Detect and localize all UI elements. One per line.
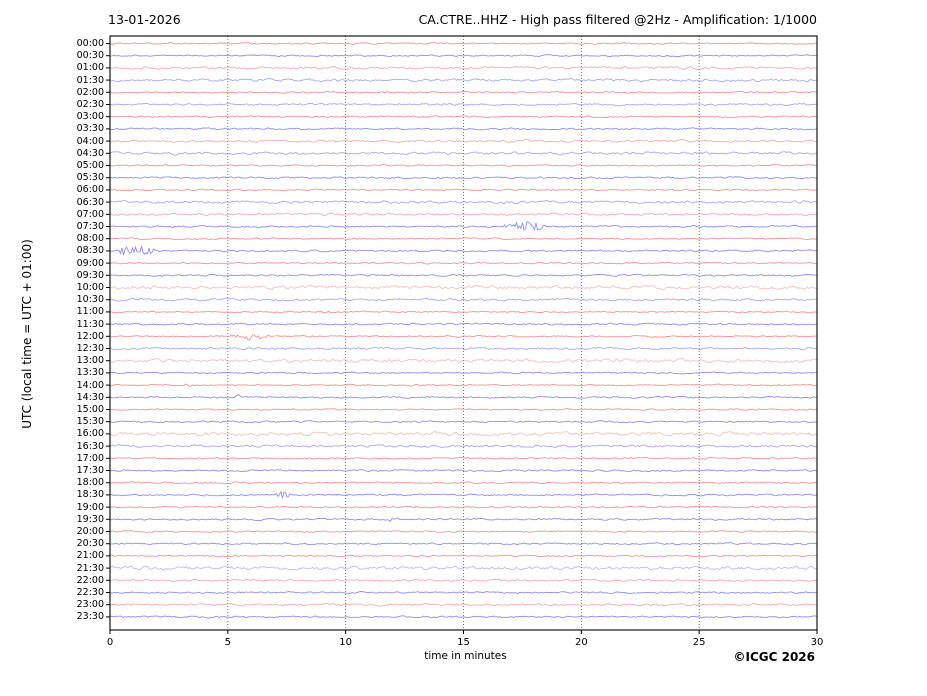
y-tick-label: 06:30 bbox=[0, 197, 104, 208]
y-tick-label: 13:30 bbox=[0, 367, 104, 378]
y-tick-label: 17:30 bbox=[0, 465, 104, 476]
y-tick-label: 08:00 bbox=[0, 233, 104, 244]
y-tick-label: 16:00 bbox=[0, 428, 104, 439]
y-tick-label: 20:30 bbox=[0, 538, 104, 549]
y-tick-label: 20:00 bbox=[0, 526, 104, 537]
trace-row bbox=[110, 358, 817, 362]
y-tick-label: 02:30 bbox=[0, 99, 104, 110]
y-tick-label: 14:30 bbox=[0, 392, 104, 403]
trace-row bbox=[110, 409, 817, 411]
y-tick-label: 07:30 bbox=[0, 221, 104, 232]
trace-row bbox=[110, 238, 817, 240]
trace-row bbox=[110, 128, 817, 130]
trace-row bbox=[110, 246, 817, 255]
x-tick-label: 0 bbox=[90, 637, 130, 649]
y-tick-label: 02:00 bbox=[0, 87, 104, 98]
trace-row bbox=[110, 566, 817, 570]
y-tick-label: 15:00 bbox=[0, 404, 104, 415]
x-tick-label: 30 bbox=[797, 637, 837, 649]
x-tick-label: 25 bbox=[679, 637, 719, 649]
trace-row bbox=[110, 543, 817, 545]
y-tick-label: 05:00 bbox=[0, 160, 104, 171]
y-tick-label: 03:00 bbox=[0, 111, 104, 122]
y-tick-label: 19:30 bbox=[0, 514, 104, 525]
y-tick-label: 09:30 bbox=[0, 270, 104, 281]
y-tick-label: 16:30 bbox=[0, 441, 104, 452]
y-tick-label: 23:00 bbox=[0, 599, 104, 610]
trace-row bbox=[110, 262, 817, 264]
y-tick-label: 10:00 bbox=[0, 282, 104, 293]
y-tick-label: 00:00 bbox=[0, 38, 104, 49]
y-tick-label: 10:30 bbox=[0, 294, 104, 305]
x-axis-title: time in minutes bbox=[112, 650, 819, 662]
y-tick-label: 11:00 bbox=[0, 306, 104, 317]
y-tick-label: 01:30 bbox=[0, 75, 104, 86]
y-tick-label: 11:30 bbox=[0, 319, 104, 330]
trace-row bbox=[110, 140, 817, 143]
plot-canvas bbox=[0, 0, 927, 696]
x-tick-label: 15 bbox=[444, 637, 484, 649]
y-tick-label: 21:30 bbox=[0, 563, 104, 574]
trace-row bbox=[110, 531, 817, 533]
trace-row bbox=[110, 603, 817, 606]
trace-row bbox=[110, 579, 817, 581]
y-tick-label: 18:00 bbox=[0, 477, 104, 488]
y-tick-label: 12:00 bbox=[0, 331, 104, 342]
y-tick-label: 22:00 bbox=[0, 575, 104, 586]
y-tick-label: 17:00 bbox=[0, 453, 104, 464]
y-tick-label: 18:30 bbox=[0, 489, 104, 500]
y-tick-label: 07:00 bbox=[0, 209, 104, 220]
y-tick-label: 23:30 bbox=[0, 611, 104, 622]
y-tick-label: 09:00 bbox=[0, 258, 104, 269]
y-tick-label: 08:30 bbox=[0, 245, 104, 256]
trace-row bbox=[110, 616, 817, 618]
y-tick-label: 14:00 bbox=[0, 380, 104, 391]
y-tick-label: 00:30 bbox=[0, 50, 104, 61]
trace-row bbox=[110, 201, 817, 204]
y-tick-label: 01:00 bbox=[0, 62, 104, 73]
y-tick-label: 05:30 bbox=[0, 172, 104, 183]
y-tick-label: 22:30 bbox=[0, 587, 104, 598]
x-tick-label: 20 bbox=[561, 637, 601, 649]
trace-row bbox=[110, 457, 817, 459]
date-label: 13-01-2026 bbox=[108, 12, 181, 27]
trace-row bbox=[110, 518, 817, 521]
y-tick-label: 04:00 bbox=[0, 136, 104, 147]
x-tick-label: 10 bbox=[326, 637, 366, 649]
y-tick-label: 06:00 bbox=[0, 184, 104, 195]
helicorder-figure: 13-01-2026 CA.CTRE..HHZ - High pass filt… bbox=[0, 0, 927, 696]
trace-row bbox=[110, 91, 817, 93]
y-tick-label: 12:30 bbox=[0, 343, 104, 354]
x-tick-label: 5 bbox=[208, 637, 248, 649]
y-tick-label: 15:30 bbox=[0, 416, 104, 427]
y-tick-label: 19:00 bbox=[0, 502, 104, 513]
y-tick-label: 21:00 bbox=[0, 550, 104, 561]
y-tick-label: 03:30 bbox=[0, 123, 104, 134]
plot-title: CA.CTRE..HHZ - High pass filtered @2Hz -… bbox=[419, 12, 817, 27]
y-tick-label: 04:30 bbox=[0, 148, 104, 159]
copyright-credit: ©ICGC 2026 bbox=[733, 650, 815, 664]
y-tick-label: 13:00 bbox=[0, 355, 104, 366]
